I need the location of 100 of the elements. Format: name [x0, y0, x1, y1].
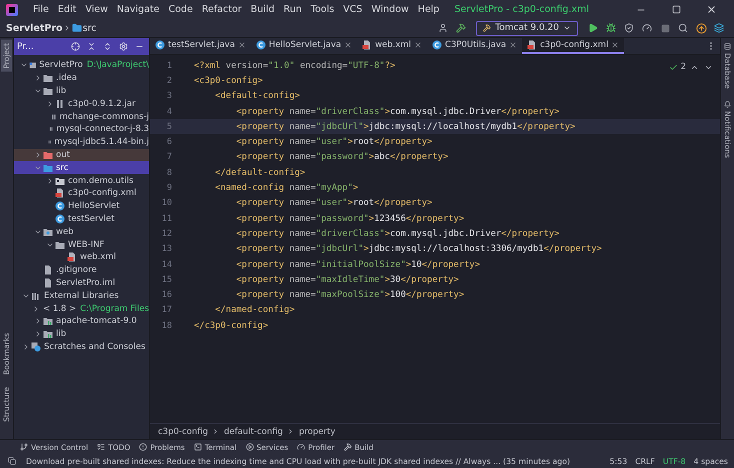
tree-item[interactable]: .gitignore: [14, 264, 149, 277]
app-logo-icon: [6, 4, 18, 16]
xml-file-icon: [527, 40, 538, 50]
tree-item-label: apache-tomcat-9.0: [56, 316, 137, 326]
tree-item[interactable]: Scratches and Consoles: [14, 340, 149, 354]
tree-item[interactable]: mysql-connector-j-8.3: [14, 122, 149, 136]
folder-icon: [55, 240, 65, 250]
breadcrumb-item[interactable]: default-config: [224, 426, 283, 436]
code-line: <property name="user">root</property>: [235, 137, 432, 148]
chevron-right-icon[interactable]: [32, 304, 40, 313]
menu-item[interactable]: Navigate: [112, 4, 164, 15]
menu-item[interactable]: VCS: [339, 4, 366, 15]
menu-item[interactable]: Run: [280, 4, 306, 15]
code-line: <property name="driverClass">com.mysql.jdbc.Driver</property>: [235, 228, 560, 239]
tree-item[interactable]: External Libraries: [14, 289, 149, 302]
xml-file-icon: [55, 188, 65, 198]
tree-item-label: .gitignore: [56, 265, 97, 276]
branch-icon: [20, 443, 28, 451]
folder-icon: [43, 73, 53, 84]
tree-item[interactable]: web: [14, 225, 149, 238]
tree-item[interactable]: ServletPro.iml: [14, 276, 149, 290]
close-icon[interactable]: [344, 41, 352, 49]
folder-icon: [43, 162, 53, 173]
tree-item-label: com.demo.utils: [68, 176, 134, 186]
code-line: <property name="initialPoolSize">10</property>: [235, 260, 480, 270]
close-icon[interactable]: [611, 41, 620, 49]
line-number: 9: [166, 183, 172, 194]
breadcrumb-item[interactable]: src: [82, 22, 96, 34]
tree-item[interactable]: c3p0-0.9.1.2.jar: [14, 97, 149, 110]
close-icon[interactable]: [414, 41, 422, 49]
jar-icon: [55, 98, 65, 109]
line-number: 5: [166, 122, 172, 132]
line-number: 13: [160, 244, 172, 254]
menu-item[interactable]: Tools: [306, 4, 338, 15]
tree-item[interactable]: web.xml: [14, 250, 149, 264]
class-icon: [55, 214, 65, 224]
folder-icon: [43, 226, 53, 237]
tree-item-label: External Libraries: [44, 290, 119, 301]
scratch-icon: [31, 342, 41, 352]
tree-item[interactable]: c3p0-config.xml: [14, 186, 149, 200]
editor-tab[interactable]: c3p0-config.xml: [522, 38, 624, 54]
code-line: <property name="password">123456</property>: [235, 214, 464, 224]
editor-tab[interactable]: C3P0Utils.java: [427, 38, 522, 54]
tree-item[interactable]: mchange-commons-j: [14, 110, 149, 123]
class-icon: [55, 201, 65, 212]
menu-item[interactable]: Refactor: [198, 4, 246, 15]
tree-item[interactable]: HelloServlet: [14, 200, 149, 213]
menu-item[interactable]: Code: [164, 4, 197, 15]
menu-item[interactable]: View: [81, 4, 112, 15]
code-line: <property name="driverClass">com.mysql.jdbc.Driver</property>: [235, 106, 560, 117]
bell-icon: [724, 100, 731, 108]
code-line: <property name="password">abc</property>: [235, 152, 448, 162]
window-title: ServletPro - c3p0-config.xml: [454, 4, 590, 15]
close-icon[interactable]: [238, 41, 246, 49]
tree-item[interactable]: src: [14, 161, 149, 174]
line-number: 15: [160, 274, 172, 285]
tree-item[interactable]: .idea: [14, 72, 149, 85]
tree-item-label: lib: [56, 86, 66, 96]
folder-icon: [43, 150, 53, 160]
class-icon: [256, 40, 266, 50]
jar-icon: [50, 112, 56, 122]
line-number: 14: [160, 260, 172, 270]
tree-item[interactable]: out: [14, 148, 149, 162]
tree-item[interactable]: lib: [14, 328, 149, 341]
tree-item[interactable]: < 1.8 > C:\Program Files: [14, 302, 149, 315]
breadcrumb-item[interactable]: c3p0-config: [158, 426, 208, 436]
run-config-dropdown[interactable]: Tomcat 9.0.20: [476, 20, 578, 36]
tree-item-label: lib: [56, 329, 66, 340]
panel-title[interactable]: Pr...: [17, 42, 34, 52]
tree-item-label: HelloServlet: [68, 201, 120, 212]
line-number: 8: [166, 168, 172, 178]
tree-item-label: mysql-jdbc5.1.44-bin.j: [54, 137, 149, 148]
editor-tab[interactable]: HelloServlet.java: [250, 38, 358, 54]
code-line: <property name="jdbcUrl">jdbc:mysql://localhost/mydb1</property>: [235, 122, 576, 132]
menu-item[interactable]: Build: [246, 4, 279, 15]
editor-tab[interactable]: testServlet.java: [150, 38, 251, 54]
tree-item[interactable]: lib: [14, 84, 149, 98]
line-number: 16: [160, 290, 172, 300]
close-icon[interactable]: [509, 41, 518, 49]
xml-file-icon: [67, 252, 77, 262]
tree-item-label: ServletPro: [39, 60, 83, 70]
tree-item[interactable]: testServlet: [14, 212, 149, 226]
line-number: 7: [166, 152, 172, 162]
database-icon: [724, 43, 731, 50]
tree-item[interactable]: WEB-INF: [14, 238, 149, 251]
line-number: 18: [160, 320, 172, 331]
menu-item[interactable]: Edit: [54, 4, 80, 15]
line-number: 12: [160, 228, 172, 239]
editor-tab[interactable]: web.xml: [357, 38, 428, 54]
breadcrumb-item[interactable]: property: [298, 426, 336, 436]
breadcrumb-item[interactable]: ServletPro: [6, 22, 63, 34]
tree-item[interactable]: ServletPro D:\JavaProject\: [14, 59, 149, 72]
menu-item[interactable]: File: [29, 4, 53, 15]
tree-item-label: .idea: [56, 73, 77, 84]
tree-item[interactable]: apache-tomcat-9.0: [14, 314, 149, 328]
menu-item[interactable]: Help: [414, 4, 444, 15]
menu-item[interactable]: Window: [367, 4, 413, 15]
tree-item[interactable]: com.demo.utils: [14, 174, 149, 187]
file-icon: [43, 278, 53, 288]
tree-item[interactable]: mysql-jdbc5.1.44-bin.j: [14, 136, 149, 149]
